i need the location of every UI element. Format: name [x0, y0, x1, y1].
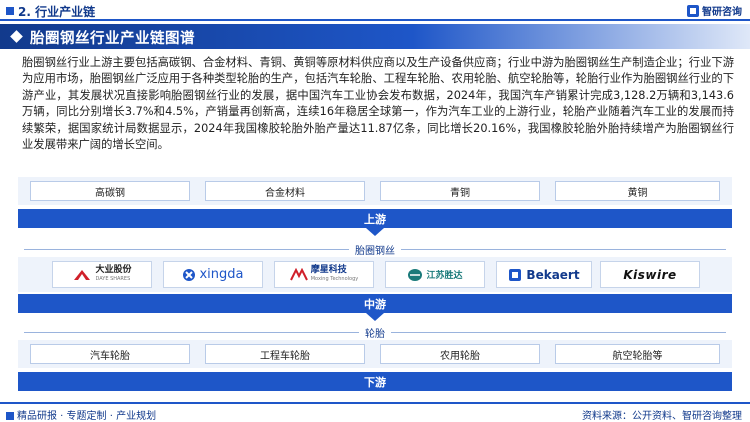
- company-name: 大业股份: [95, 264, 132, 275]
- company-logo-bekaert: Bekaert: [496, 261, 592, 288]
- square-icon: [6, 412, 14, 420]
- downstream-band: 下游: [18, 372, 732, 391]
- upstream-item: 高碳钢: [30, 181, 190, 201]
- arrow-down-icon: [366, 313, 384, 321]
- company-name: xingda: [199, 267, 244, 282]
- company-name: Kiswire: [623, 267, 677, 282]
- brand-logo: 智研咨询: [687, 3, 742, 18]
- upstream-item: 黄铜: [555, 181, 720, 201]
- caption-line: [401, 248, 726, 250]
- company-sub: DAYE SHARES: [95, 275, 131, 282]
- bekaert-icon: [509, 268, 522, 281]
- downstream-item: 汽车轮胎: [30, 344, 190, 364]
- midstream-band: 中游: [18, 294, 732, 313]
- midstream-caption: 胎圈钢丝: [18, 242, 732, 257]
- company-name: 摩星科技: [310, 264, 347, 275]
- top-bar: 2. 行业产业链 智研咨询: [0, 0, 750, 20]
- moxing-icon: [289, 267, 308, 280]
- company-logo-kiswire: Kiswire: [600, 261, 700, 288]
- page-title: 胎圈钢丝行业产业链图谱: [30, 31, 195, 47]
- company-logo-daye: 大业股份 DAYE SHARES: [52, 261, 152, 288]
- downstream-item: 工程车轮胎: [205, 344, 365, 364]
- section-heading: 2. 行业产业链: [6, 3, 95, 20]
- shengda-icon: [408, 268, 423, 281]
- header-divider: [0, 19, 750, 21]
- caption-line: [24, 248, 349, 250]
- description-paragraph: 胎圈钢丝行业上游主要包括高碳钢、合金材料、青铜、黄铜等原材料供应商以及生产设备供…: [22, 56, 734, 152]
- downstream-item: 农用轮胎: [380, 344, 540, 364]
- company-name: 江苏胜达: [426, 271, 463, 281]
- company-logo-moxing: 摩星科技 Moxing Technology: [274, 261, 374, 288]
- daye-icon: [74, 269, 91, 280]
- downstream-caption: 轮胎: [18, 325, 732, 340]
- arrow-down-icon: [366, 228, 384, 236]
- footer: 精品研报 · 专题定制 · 产业规划 资料来源：公开资料、智研咨询整理: [0, 402, 750, 422]
- square-icon: [6, 7, 14, 15]
- caption-line: [24, 331, 359, 333]
- title-bar: 胎圈钢丝行业产业链图谱: [0, 24, 750, 49]
- company-logo-shengda: 江苏胜达: [385, 261, 485, 288]
- caption-text: 胎圈钢丝: [355, 245, 395, 257]
- footer-slogan: 精品研报 · 专题定制 · 产业规划: [17, 411, 157, 422]
- upstream-item: 青铜: [380, 181, 540, 201]
- downstream-item: 航空轮胎等: [555, 344, 720, 364]
- company-sub: Moxing Technology: [310, 275, 359, 282]
- upstream-item: 合金材料: [205, 181, 365, 201]
- xingda-icon: [183, 268, 196, 281]
- company-logo-xingda: xingda: [163, 261, 263, 288]
- brand-name: 智研咨询: [702, 7, 742, 18]
- upstream-band: 上游: [18, 209, 732, 228]
- section-label: 2. 行业产业链: [18, 5, 96, 19]
- diamond-icon: [10, 30, 23, 43]
- company-name: Bekaert: [526, 267, 580, 282]
- caption-text: 轮胎: [365, 328, 385, 340]
- brand-icon: [687, 5, 699, 17]
- caption-line: [391, 331, 726, 333]
